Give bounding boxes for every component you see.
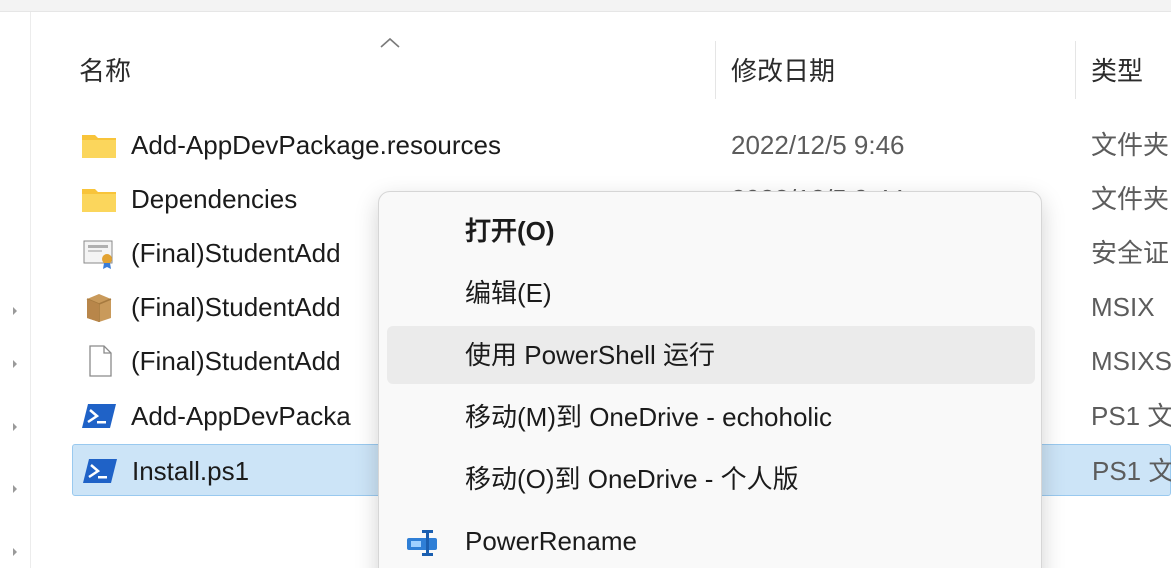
file-name: Add-AppDevPacka — [131, 401, 351, 431]
top-toolbar-strip — [0, 0, 1171, 12]
chevron-right-icon[interactable] — [8, 545, 22, 559]
menu-item-label: 编辑(E) — [465, 278, 552, 308]
navigation-pane — [0, 12, 30, 568]
file-row[interactable]: Add-AppDevPackage.resources 2022/12/5 9:… — [72, 119, 1171, 171]
power-rename-icon — [407, 530, 437, 556]
folder-icon — [82, 135, 116, 158]
menu-item-label: 打开(O) — [465, 216, 555, 246]
chevron-right-icon[interactable] — [8, 357, 22, 371]
menu-item-label: PowerRename — [465, 526, 637, 556]
file-name: (Final)StudentAdd — [131, 346, 341, 376]
file-name: (Final)StudentAdd — [131, 238, 341, 268]
file-type: MSIX — [1091, 292, 1155, 322]
column-separator[interactable] — [1075, 41, 1076, 99]
column-header: 名称 修改日期 类型 — [31, 35, 1171, 103]
file-type: 文件夹 — [1091, 184, 1170, 214]
file-date: 2022/12/5 9:46 — [731, 130, 905, 160]
chevron-right-icon[interactable] — [8, 420, 22, 434]
menu-item-move-to-onedrive-personal[interactable]: 移动(O)到 OneDrive - 个人版 — [387, 450, 1035, 508]
file-name: Add-AppDevPackage.resources — [131, 130, 501, 160]
menu-item-label: 移动(M)到 OneDrive - echoholic — [465, 402, 832, 432]
column-header-type[interactable]: 类型 — [1091, 35, 1143, 103]
powershell-icon — [83, 459, 117, 483]
folder-icon — [82, 189, 116, 212]
file-name: (Final)StudentAdd — [131, 292, 341, 322]
powershell-icon — [82, 404, 116, 428]
file-type: 文件夹 — [1091, 130, 1170, 160]
blank-file-icon — [89, 345, 112, 377]
column-separator[interactable] — [715, 41, 716, 99]
certificate-icon — [83, 240, 113, 269]
file-name: Dependencies — [131, 184, 298, 214]
column-header-name[interactable]: 名称 — [79, 35, 131, 103]
file-type: MSIXS — [1091, 346, 1171, 376]
chevron-right-icon[interactable] — [8, 304, 22, 318]
file-type: 安全证 — [1091, 238, 1170, 268]
menu-item-label: 移动(O)到 OneDrive - 个人版 — [465, 464, 799, 494]
file-type: PS1 文 — [1092, 456, 1171, 486]
file-name: Install.ps1 — [132, 456, 250, 486]
menu-item-powerrename[interactable]: PowerRename — [387, 512, 1035, 568]
menu-item-label: 使用 PowerShell 运行 — [465, 340, 715, 370]
chevron-right-icon[interactable] — [8, 482, 22, 496]
menu-item-open[interactable]: 打开(O) — [387, 202, 1035, 260]
sort-ascending-icon — [380, 37, 400, 48]
file-type: PS1 文 — [1091, 401, 1171, 431]
package-box-icon — [86, 294, 112, 322]
context-menu: 打开(O) 编辑(E) 使用 PowerShell 运行 移动(M)到 OneD… — [378, 191, 1042, 568]
column-header-modified[interactable]: 修改日期 — [731, 35, 835, 103]
menu-item-move-to-onedrive-echoholic[interactable]: 移动(M)到 OneDrive - echoholic — [387, 388, 1035, 446]
menu-item-edit[interactable]: 编辑(E) — [387, 264, 1035, 322]
menu-item-run-with-powershell[interactable]: 使用 PowerShell 运行 — [387, 326, 1035, 384]
